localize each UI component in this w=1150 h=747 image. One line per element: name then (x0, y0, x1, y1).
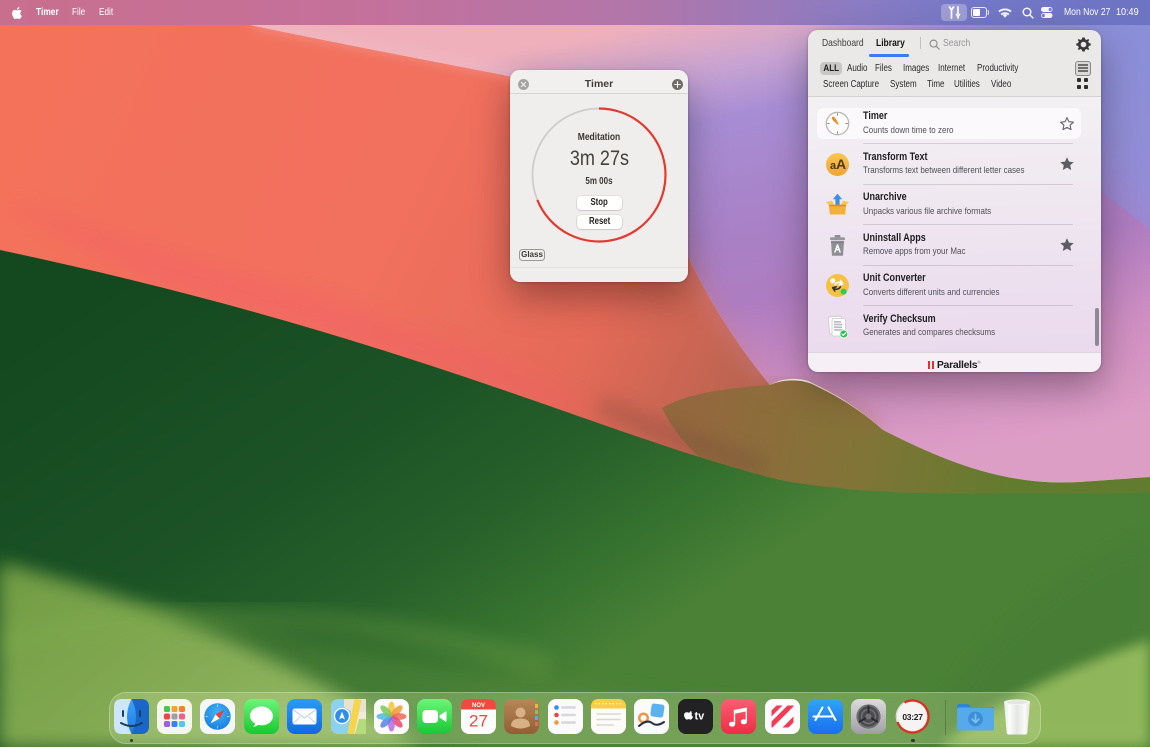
svg-text:03:27: 03:27 (902, 712, 923, 722)
svg-text:A: A (836, 156, 846, 172)
svg-text:tv: tv (694, 711, 705, 723)
svg-text:NOV: NOV (472, 703, 485, 709)
svg-text:27: 27 (469, 712, 488, 731)
